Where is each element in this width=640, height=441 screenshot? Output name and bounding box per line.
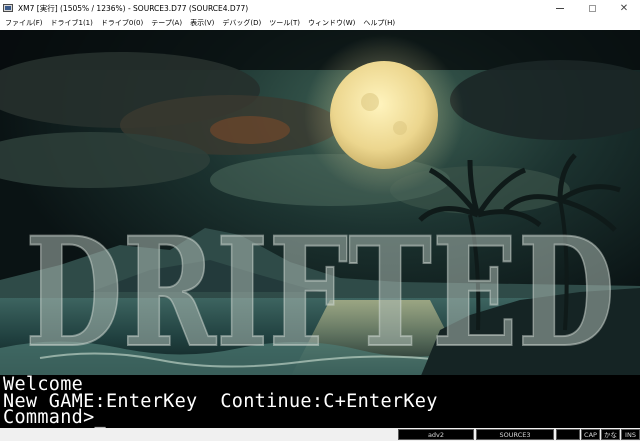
status-drive0-label: SOURCE3 [499, 431, 531, 439]
close-button[interactable]: ✕ [608, 0, 640, 16]
command-prompt[interactable]: Command>_ [3, 409, 637, 427]
maximize-icon [588, 4, 596, 12]
minimize-icon [556, 7, 564, 9]
status-cell-source: SOURCE3 [476, 429, 554, 440]
menu-debug[interactable]: デバッグ(D) [218, 18, 265, 28]
title-artwork: DRIFTED [0, 30, 640, 428]
status-cap: CAP [581, 429, 600, 440]
maximize-button[interactable] [576, 0, 608, 16]
status-ins-label: INS [625, 431, 636, 439]
close-icon: ✕ [619, 2, 629, 14]
status-bar: adv2 SOURCE3 CAP かな INS [0, 428, 640, 441]
menu-bar: ファイル(F) ドライブ1(1) ドライブ0(0) テープ(A) 表示(V) デ… [0, 16, 640, 30]
app-icon[interactable] [3, 4, 13, 12]
menu-window[interactable]: ウィンドウ(W) [304, 18, 359, 28]
menu-view[interactable]: 表示(V) [186, 18, 218, 28]
status-kana-label: かな [604, 431, 617, 439]
game-logo: DRIFTED [25, 205, 615, 381]
menu-tape[interactable]: テープ(A) [147, 18, 186, 28]
status-cap-label: CAP [584, 431, 597, 439]
menu-help[interactable]: ヘルプ(H) [359, 18, 399, 28]
menu-file[interactable]: ファイル(F) [0, 18, 47, 28]
window-title: XM7 [実行] (1505% / 1236%) - SOURCE3.D77 (… [18, 3, 249, 13]
minimize-button[interactable] [544, 0, 576, 16]
emulator-screen[interactable]: DRIFTED Welcome New GAME:EnterKey Contin… [0, 30, 640, 428]
menu-drive1[interactable]: ドライブ1(1) [47, 18, 97, 28]
status-cell-drive: adv2 [398, 429, 474, 440]
terminal-text: Welcome New GAME:EnterKey Continue:C+Ent… [3, 376, 637, 427]
status-ins: INS [621, 429, 640, 440]
status-kana: かな [601, 429, 620, 440]
menu-drive0[interactable]: ドライブ0(0) [97, 18, 147, 28]
menu-tools[interactable]: ツール(T) [265, 18, 304, 28]
status-cell-tape [556, 429, 580, 440]
window-controls: ✕ [544, 0, 640, 16]
status-drive1-label: adv2 [427, 431, 445, 439]
title-bar: XM7 [実行] (1505% / 1236%) - SOURCE3.D77 (… [0, 0, 640, 16]
